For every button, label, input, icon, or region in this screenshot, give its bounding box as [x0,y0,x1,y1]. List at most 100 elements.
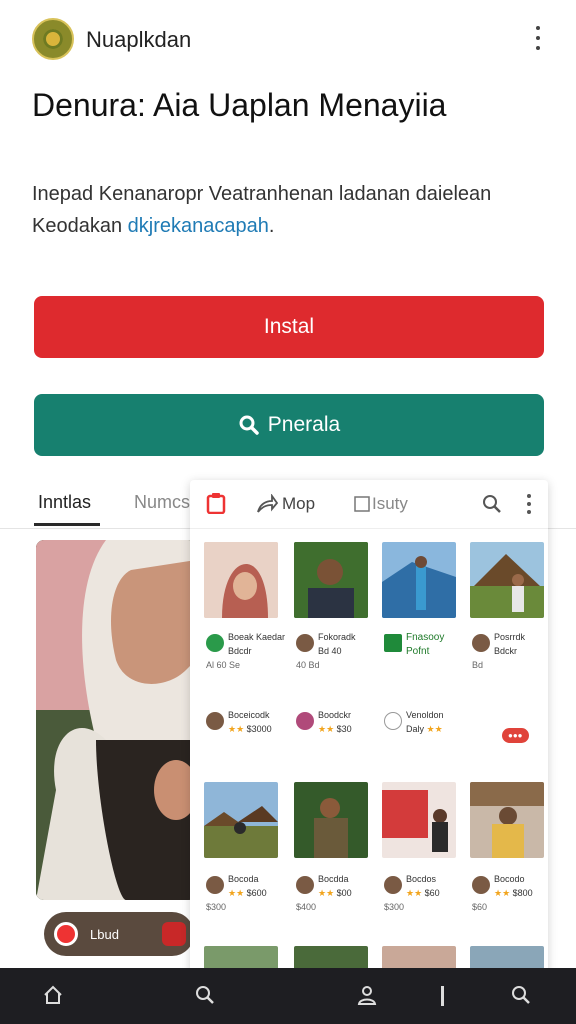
install-button[interactable]: Instal [34,296,544,358]
list-item[interactable]: Bocdda ★★ $00 $400 [294,872,372,938]
play-icon [162,922,186,946]
rating: Daly ★★ [406,724,443,734]
item-title: Posrrdk [494,632,526,642]
list-item[interactable]: Fnasooy Pofnt [382,630,460,696]
item-title: Boceicodk [228,710,270,720]
item-price: $60 [424,888,440,898]
avatar [472,876,490,894]
item-meta: $60 [472,902,488,912]
rating-price: ★★ $600 [228,888,267,898]
item-title: Venoldon [406,710,444,720]
tab-numcs[interactable]: Numcs [134,492,190,513]
search-icon [239,415,259,435]
active-tab-indicator [34,523,100,526]
item-price: $30 [336,724,352,734]
list-item[interactable]: Venoldon Daly ★★ [382,708,460,774]
left-card-badge[interactable]: Lbud [44,912,194,956]
item-meta: Al 60 Se [206,660,241,670]
live-badge[interactable]: ●●● [502,728,529,743]
item-title: Boeak Kaedar [228,632,286,642]
item-subtitle: Bdckr [494,646,518,656]
item-title: Bocdda [318,874,349,884]
list-item[interactable]: Posrrdk Bdckr Bd [470,630,548,696]
rating-price: ★★ $800 [494,888,533,898]
grid-thumb[interactable] [470,782,544,858]
record-icon [54,922,78,946]
search-icon[interactable] [482,494,502,514]
list-item[interactable]: Fokoradk Bd 40 40 Bd [294,630,372,696]
list-item[interactable]: Boceicodk ★★ $3000 [204,708,282,774]
item-price: $3000 [246,724,272,734]
avatar [472,634,490,652]
avatar [206,876,224,894]
clover-icon [206,634,224,652]
item-meta: $400 [296,902,317,912]
app-description: Inepad Kenanaropr Veatranhenan ladanan d… [32,178,552,242]
share-icon[interactable] [256,494,278,514]
item-title: Bocoda [228,874,259,884]
study-tab[interactable]: Isuty [372,494,408,514]
preview-button-label: Pnerala [267,413,341,436]
item-price: $800 [512,888,533,898]
rating-price: ★★ $60 [406,888,440,898]
item-title: Boodckr [318,710,352,720]
heart-icon [384,712,402,730]
list-item[interactable]: Bocodo ★★ $800 $60 [470,872,548,938]
checkbox-icon[interactable] [354,496,370,512]
avatar [296,876,314,894]
item-title: Fokoradk [318,632,356,642]
bottom-nav [0,968,576,1024]
avatar [296,712,314,730]
item-price: $600 [246,888,267,898]
rating-price: ★★ $3000 [228,724,272,734]
list-item[interactable]: Bocdos ★★ $60 $300 [382,872,460,938]
grid-thumb[interactable] [470,542,544,618]
description-end: . [268,215,275,237]
grid-thumb[interactable] [382,542,456,618]
description-link[interactable]: dkjrekanacapah [128,215,269,237]
tab-inntlas[interactable]: Inntlas [38,492,91,513]
avatar [206,712,224,730]
clipboard-icon[interactable] [206,492,226,514]
nav-divider [441,986,444,1006]
grid-thumb[interactable] [294,542,368,618]
item-subtitle: Pofnt [406,646,430,657]
item-meta: 40 Bd [296,660,320,670]
grid-thumb[interactable] [204,782,278,858]
install-button-label: Instal [263,315,315,338]
avatar [384,876,402,894]
preview-panel: Mop Isuty Boeak Kaedar Bdcdr Al 60 Se Fo… [190,480,548,980]
search-icon[interactable] [510,984,532,1006]
item-subtitle: Daly [406,724,425,734]
rating-price: ★★ $00 [318,888,352,898]
list-item[interactable]: Bocoda ★★ $600 $300 [204,872,282,938]
item-title: Bocodo [494,874,525,884]
item-meta: $300 [206,902,227,912]
item-title: Fnasooy [406,632,445,643]
app-logo [32,18,74,60]
featured-photo[interactable] [36,540,196,900]
left-card-badge-label: Lbud [90,926,119,942]
list-item[interactable]: Boodckr ★★ $30 [294,708,372,774]
list-item[interactable]: Boeak Kaedar Bdcdr Al 60 Se [204,630,286,696]
item-meta: $300 [384,902,405,912]
item-subtitle: Bdcdr [228,646,252,656]
grid-thumb[interactable] [204,542,278,618]
item-price: $00 [336,888,352,898]
more-options-icon[interactable] [530,26,546,50]
grid-thumb[interactable] [382,782,456,858]
preview-button[interactable]: Pnerala [34,394,544,456]
map-tab[interactable]: Mop [282,494,315,514]
home-icon[interactable] [42,984,64,1006]
avatar [296,634,314,652]
profile-icon[interactable] [356,984,378,1006]
rating-price: ★★ $30 [318,724,352,734]
app-name: Nuaplkdan [86,27,192,52]
search-icon[interactable] [194,984,216,1006]
grid-thumb[interactable] [294,782,368,858]
item-meta: Bd [472,660,484,670]
panel-toolbar: Mop Isuty [190,480,548,529]
more-options-icon[interactable] [526,494,532,514]
item-subtitle: Bd 40 [318,646,342,656]
page-title: Denura: Aia Uaplan Menayiia [32,87,447,123]
